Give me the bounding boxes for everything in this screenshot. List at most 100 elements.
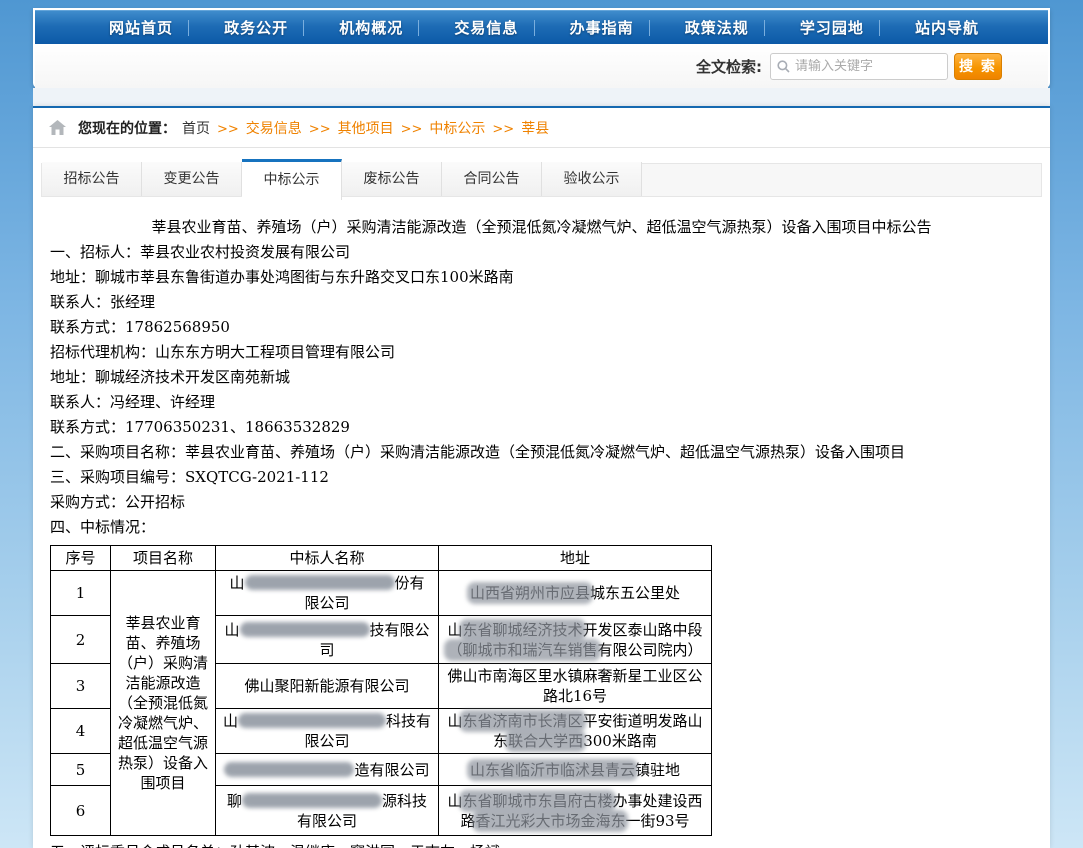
announcement-article: 莘县农业育苗、养殖场（户）采购清洁能源改造（全预混低氮冷凝燃气炉、超低温空气源热… [33,197,1050,848]
search-box[interactable] [770,53,948,80]
redaction-blob [245,575,395,590]
tab-废标公告[interactable]: 废标公告 [342,162,442,196]
cell-text: 有限公司院内） [598,641,703,659]
cell-text: 聊 [227,792,242,810]
breadcrumb-links: >> 交易信息 >> 其他项目 >> 中标公示 >> 莘县 [210,118,549,138]
redacted-text: 联合大学西 [508,731,583,751]
cell-text: 镇驻地 [635,761,680,779]
address-cell: 山东省聊城经济技术开发区泰山路中段（聊城市和瑞汽车销售有限公司院内） [439,616,712,664]
tab-招标公告[interactable]: 招标公告 [42,162,142,196]
article-line: 地址：聊城市莘县东鲁街道办事处鸿图街与东升路交叉口东100米路南 [50,265,1033,290]
tab-变更公告[interactable]: 变更公告 [142,162,242,196]
search-icon [777,60,790,73]
winner-cell: 山份有限公司 [216,571,439,616]
cell-text: 山 [447,792,462,810]
home-icon [49,120,66,135]
tab-验收公示[interactable]: 验收公示 [542,162,642,196]
article-line: 联系方式：17706350231、18663532829 [50,415,1033,440]
seq-cell: 6 [51,786,111,836]
redaction-blob [238,713,386,728]
announcement-title: 莘县农业育苗、养殖场（户）采购清洁能源改造（全预混低氮冷凝燃气炉、超低温空气源热… [50,215,1033,240]
redacted-text: 东省济南市长清区 [462,711,582,731]
address-cell: 山东省临沂市临沭县青云镇驻地 [439,754,712,786]
nav-item-6[interactable]: 政策法规 [671,12,763,44]
redaction-blob [242,793,382,808]
article-line: 二、采购项目名称：莘县农业育苗、养殖场（户）采购清洁能源改造（全预混低氮冷凝燃气… [50,440,1033,465]
breadcrumb-link[interactable]: 莘县 [521,121,549,137]
nav-item-5[interactable]: 办事指南 [556,12,648,44]
address-cell: 山西省朔州市应县城东五公里处 [439,571,712,616]
breadcrumb-separator: >> [401,122,423,137]
article-line: 三、采购项目编号：SXQTCG-2021-112 [50,465,1033,490]
article-line: 地址：聊城经济技术开发区南苑新城 [50,365,1033,390]
redacted-text: 东省聊城市东昌府古楼 [462,791,612,811]
cell-text: 山 [223,712,238,730]
bid-result-table: 序号项目名称中标人名称地址 1莘县农业育苗、养殖场（户）采购清洁能源改造（全预混… [50,545,712,836]
committee-label: 五、评标委员会成员名单： [50,843,230,848]
address-cell: 佛山市南海区里水镇麻奢新星工业区公路北16号 [439,664,712,709]
breadcrumb-separator: >> [492,122,514,137]
tab-合同公告[interactable]: 合同公告 [442,162,542,196]
breadcrumb-link[interactable]: 中标公示 [429,121,485,137]
cell-text: 山 [447,621,462,639]
winner-cell: 山科技有限公司 [216,709,439,754]
breadcrumb: 您现在的位置： 首页 >> 交易信息 >> 其他项目 >> 中标公示 >> 莘县 [33,108,1050,148]
cell-text: 城东五公里处 [590,584,680,602]
nav-item-2[interactable]: 政务公开 [210,12,302,44]
seq-cell: 4 [51,709,111,754]
tab-bar: 招标公告变更公告中标公示废标公告合同公告验收公示 [41,163,1042,197]
winner-cell: 山技有限公司 [216,616,439,664]
seq-cell: 1 [51,571,111,616]
article-line: 采购方式：公开招标 [50,490,1033,515]
table-header-cell: 序号 [51,546,111,571]
search-label: 全文检索: [696,56,762,77]
redacted-text: 香江光彩大市场金海东 [475,811,625,831]
article-line: 联系方式：17862568950 [50,315,1033,340]
redacted-text: 山东省临沂市临沭县青云 [470,760,635,780]
cell-text: 山 [229,574,244,592]
article-line: 联系人：张经理 [50,290,1033,315]
nav-item-1[interactable]: 网站首页 [95,12,187,44]
project-name-cell: 莘县农业育苗、养殖场（户）采购清洁能源改造（全预混低氮冷凝燃气炉、超低温空气源热… [111,571,216,836]
table-header-cell: 地址 [439,546,712,571]
nav-item-4[interactable]: 交易信息 [440,12,532,44]
page-column: 网站首页政务公开机构概况交易信息办事指南政策法规学习园地站内导航 全文检索: 搜… [33,0,1050,848]
breadcrumb-home-link[interactable]: 首页 [182,118,210,138]
article-line: 招标代理机构：山东东方明大工程项目管理有限公司 [50,340,1033,365]
cell-text: 山 [447,712,462,730]
site-header: 网站首页政务公开机构概况交易信息办事指南政策法规学习园地站内导航 全文检索: 搜… [33,8,1050,88]
breadcrumb-label: 您现在的位置： [78,118,176,138]
breadcrumb-link[interactable]: 其他项目 [338,121,394,137]
redacted-text: 东省聊城经济技术 [462,620,582,640]
table-header-cell: 中标人名称 [216,546,439,571]
seq-cell: 5 [51,754,111,786]
redaction-blob [224,762,354,777]
cell-text: 造有限公司 [354,761,429,779]
cell-text: 山 [224,621,239,639]
nav-item-3[interactable]: 机构概况 [325,12,417,44]
breadcrumb-separator: >> [217,122,239,137]
tab-中标公示[interactable]: 中标公示 [242,159,342,200]
table-row: 1莘县农业育苗、养殖场（户）采购清洁能源改造（全预混低氮冷凝燃气炉、超低温空气源… [51,571,712,616]
winner-cell: 聊源科技有限公司 [216,786,439,836]
breadcrumb-separator: >> [309,122,331,137]
article-line: 一、招标人：莘县农业农村投资发展有限公司 [50,240,1033,265]
breadcrumb-link[interactable]: 交易信息 [246,121,302,137]
nav-item-8[interactable]: 站内导航 [901,12,993,44]
search-button[interactable]: 搜 索 [954,53,1002,80]
cell-text: 佛山市南海区里水镇麻奢新星工业区公路北16号 [447,667,702,705]
header-content-gap [33,88,1050,106]
address-cell: 山东省济南市长清区平安街道明发路山东联合大学西300米路南 [439,709,712,754]
search-input[interactable] [795,59,941,74]
announcement-body: 一、招标人：莘县农业农村投资发展有限公司地址：聊城市莘县东鲁街道办事处鸿图街与东… [50,240,1033,540]
seq-cell: 2 [51,616,111,664]
address-cell: 山东省聊城市东昌府古楼办事处建设西路香江光彩大市场金海东一街93号 [439,786,712,836]
cell-text: 300米路南 [583,732,657,750]
winner-cell: 造有限公司 [216,754,439,786]
nav-item-7[interactable]: 学习园地 [786,12,878,44]
article-line: 四、中标情况： [50,515,1033,540]
cell-text: 佛山聚阳新能源有限公司 [244,677,409,695]
committee-line: 五、评标委员会成员名单：孙其波、温继康、窦洪国、于志友、杨斌。 [50,839,1033,848]
article-line: 联系人：冯经理、许经理 [50,390,1033,415]
winner-cell: 佛山聚阳新能源有限公司 [216,664,439,709]
